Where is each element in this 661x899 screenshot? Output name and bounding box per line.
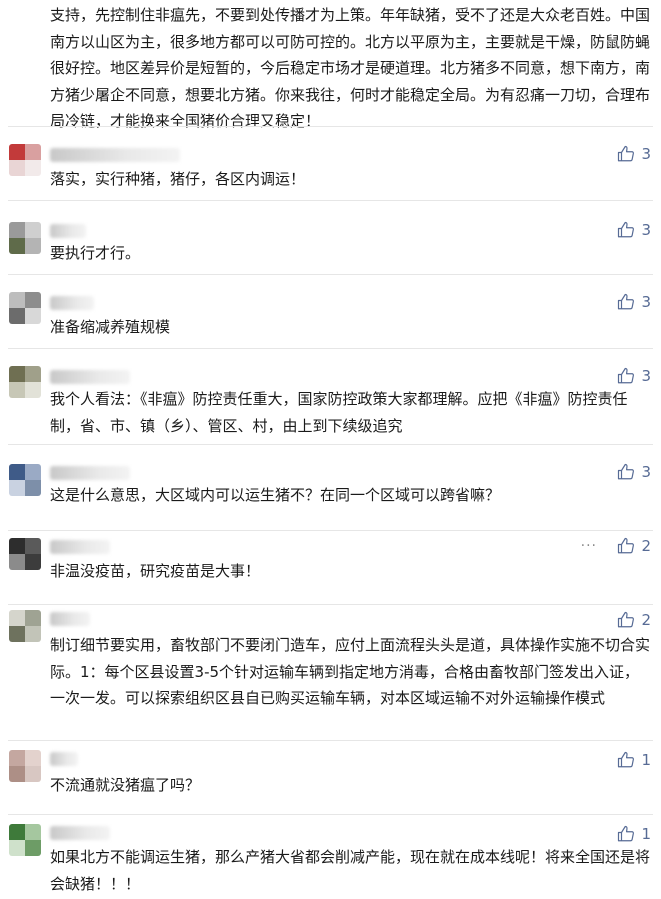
thumbs-up-icon — [618, 537, 635, 554]
comment-item: 3 这是什么意思，大区域内可以运生猪不？在同一个区域可以跨省嘛？ — [0, 444, 661, 530]
like-button[interactable]: 1 — [617, 824, 651, 844]
comment-item: 3 落实，实行种猪，猪仔，各区内调运！ — [0, 126, 661, 200]
username-blurred — [50, 540, 110, 554]
thumbs-up-icon — [618, 751, 635, 768]
username-blurred — [50, 296, 94, 310]
comment-text: 这是什么意思，大区域内可以运生猪不？在同一个区域可以跨省嘛？ — [50, 486, 501, 504]
divider — [8, 740, 653, 741]
like-button[interactable]: 3 — [617, 292, 651, 312]
avatar[interactable] — [9, 222, 41, 254]
like-button[interactable]: 1 — [617, 750, 651, 770]
comment-text: 不流通就没猪瘟了吗？ — [50, 776, 201, 794]
divider — [8, 348, 653, 349]
like-button[interactable]: 3 — [617, 144, 651, 164]
username-blurred — [50, 826, 110, 840]
divider — [8, 126, 653, 127]
like-count: 3 — [641, 463, 651, 481]
divider — [8, 200, 653, 201]
like-button[interactable]: 2 — [617, 610, 651, 630]
like-count: 1 — [641, 825, 651, 843]
like-button[interactable]: 3 — [617, 462, 651, 482]
avatar[interactable] — [9, 824, 41, 856]
like-button[interactable]: 2 — [617, 536, 651, 556]
avatar[interactable] — [9, 750, 41, 782]
username-blurred — [50, 466, 130, 480]
comment-text: 非温没疫苗，研究疫苗是大事！ — [50, 562, 261, 580]
more-icon[interactable]: ··· — [581, 536, 597, 556]
thumbs-up-icon — [618, 145, 635, 162]
like-count: 2 — [641, 537, 651, 555]
comment-text: 我个人看法：《非瘟》防控责任重大，国家防控政策大家都理解。应把《非瘟》防控责任制… — [50, 390, 628, 435]
thumbs-up-icon — [618, 221, 635, 238]
like-count: 3 — [641, 367, 651, 385]
like-count: 3 — [641, 293, 651, 311]
username-blurred — [50, 148, 180, 162]
comment-text: 要执行才行。 — [50, 244, 141, 262]
username-blurred — [50, 224, 86, 238]
username-blurred — [50, 612, 90, 626]
comment-item: 3 准备缩减养殖规模 — [0, 274, 661, 348]
comment-text: 制订细节要实用，畜牧部门不要闭门造车，应付上面流程头头是道，具体操作实施不切合实… — [50, 636, 651, 707]
username-blurred — [50, 370, 130, 384]
like-count: 2 — [641, 611, 651, 629]
thumbs-up-icon — [618, 825, 635, 842]
thumbs-up-icon — [618, 293, 635, 310]
comment-text: 准备缩减养殖规模 — [50, 318, 171, 336]
divider — [8, 530, 653, 531]
avatar[interactable] — [9, 464, 41, 496]
like-button[interactable]: 3 — [617, 220, 651, 240]
comment-item: 3 要执行才行。 — [0, 200, 661, 274]
like-count: 3 — [641, 145, 651, 163]
comment-item: 1 如果北方不能调运生猪，那么产猪大省都会削减产能，现在就在成本线呢！将来全国还… — [0, 814, 661, 899]
divider — [8, 814, 653, 815]
thumbs-up-icon — [618, 367, 635, 384]
thumbs-up-icon — [618, 463, 635, 480]
avatar[interactable] — [9, 538, 41, 570]
comment-item: 1 不流通就没猪瘟了吗？ — [0, 740, 661, 814]
username-blurred — [50, 752, 78, 766]
avatar[interactable] — [9, 144, 41, 176]
avatar[interactable] — [9, 366, 41, 398]
avatar[interactable] — [9, 292, 41, 324]
comment-item: ··· 2 非温没疫苗，研究疫苗是大事！ — [0, 530, 661, 604]
divider — [8, 274, 653, 275]
comment-text: 落实，实行种猪，猪仔，各区内调运！ — [50, 170, 306, 188]
comment-text: 如果北方不能调运生猪，那么产猪大省都会削减产能，现在就在成本线呢！将来全国还是将… — [50, 848, 651, 893]
comment-text-top: 支持，先控制住非瘟先，不要到处传播才为上策。年年缺猪，受不了还是大众老百姓。中国… — [50, 6, 651, 130]
comment-item: 3 我个人看法：《非瘟》防控责任重大，国家防控政策大家都理解。应把《非瘟》防控责… — [0, 348, 661, 444]
like-button[interactable]: 3 — [617, 366, 651, 386]
divider — [8, 604, 653, 605]
like-count: 1 — [641, 751, 651, 769]
comment-item: 2 制订细节要实用，畜牧部门不要闭门造车，应付上面流程头头是道，具体操作实施不切… — [0, 604, 661, 740]
avatar[interactable] — [9, 610, 41, 642]
like-count: 3 — [641, 221, 651, 239]
divider — [8, 444, 653, 445]
thumbs-up-icon — [618, 611, 635, 628]
